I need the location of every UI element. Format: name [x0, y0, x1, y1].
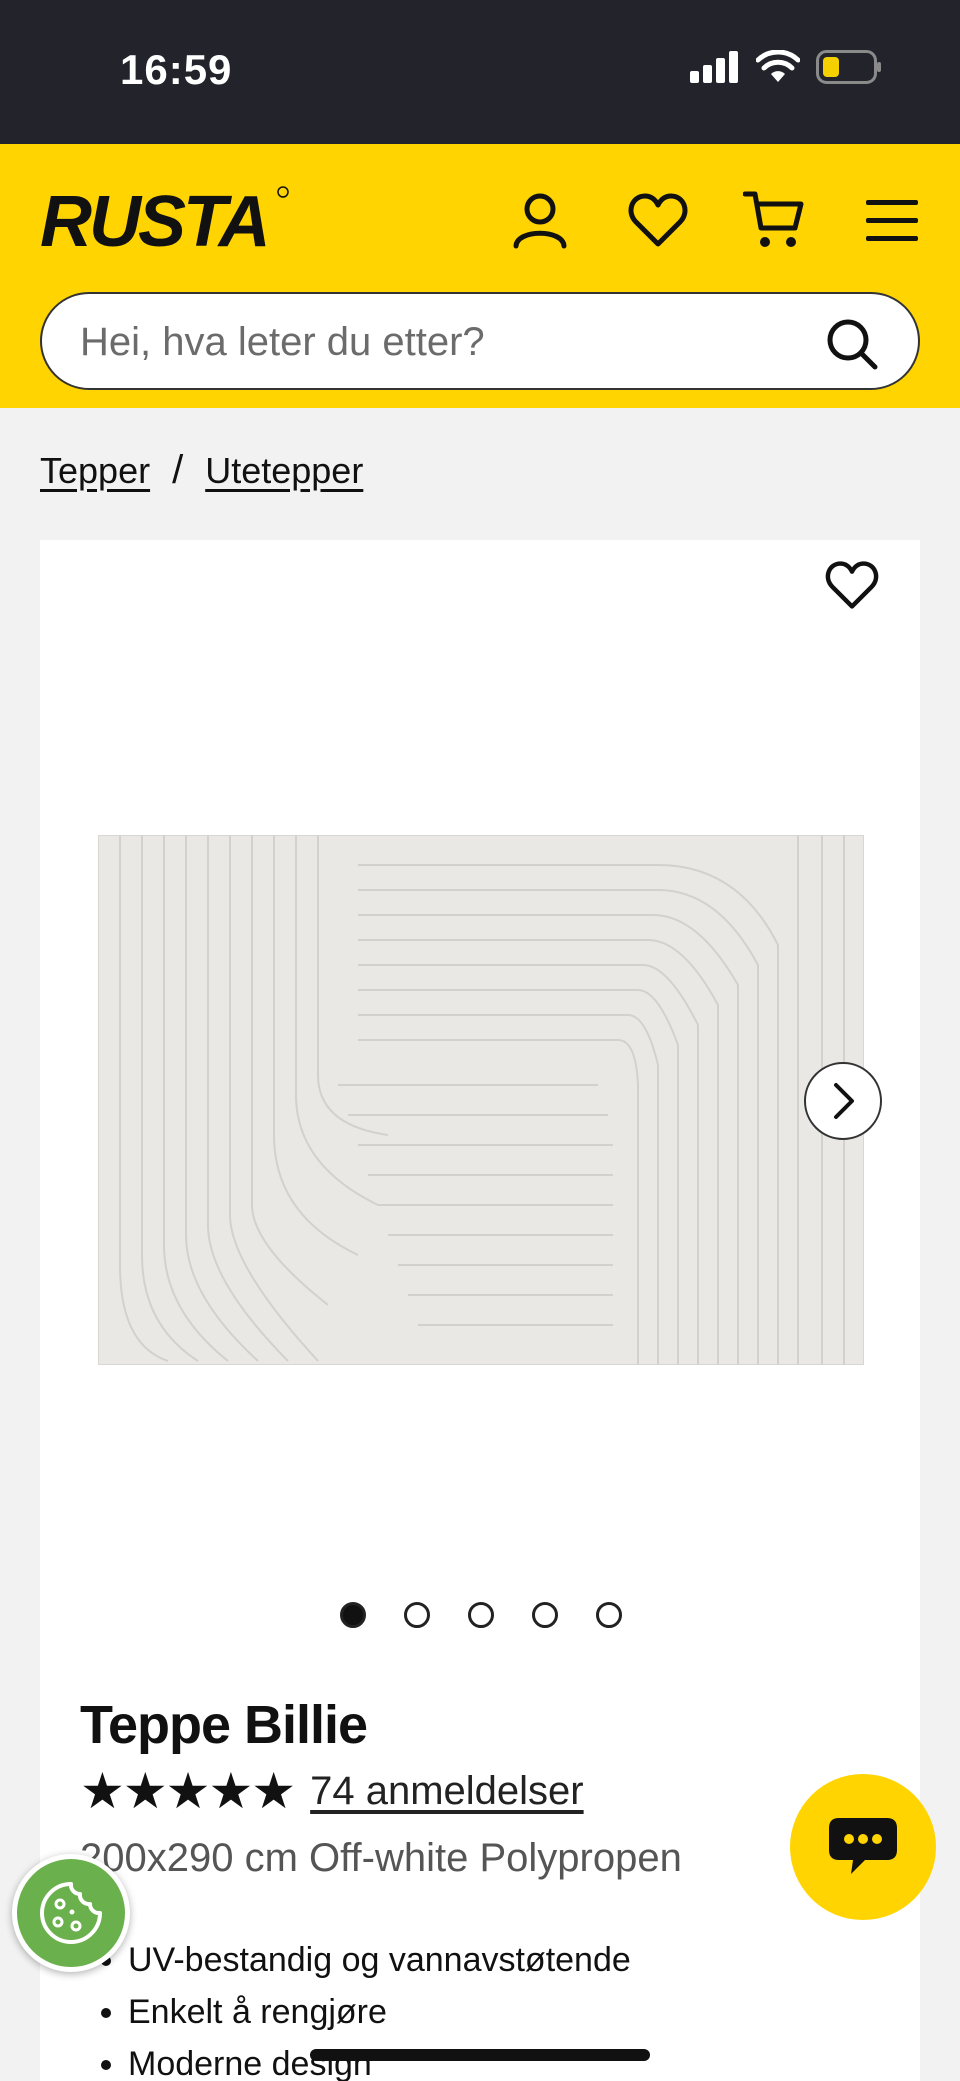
chat-icon [829, 1818, 897, 1874]
battery-icon [816, 50, 881, 84]
wishlist-button[interactable] [622, 184, 694, 256]
status-bar: 16:59 [0, 0, 960, 144]
menu-icon [866, 200, 918, 241]
search-button[interactable] [824, 316, 880, 372]
rating-stars: ★★★★★ [80, 1763, 296, 1819]
pagination-dot-1[interactable] [340, 1602, 366, 1628]
breadcrumb: Tepper / Utetepper [40, 448, 363, 493]
breadcrumb-separator: / [172, 448, 184, 492]
image-pagination [340, 1602, 622, 1628]
heart-icon [825, 561, 879, 609]
next-image-button[interactable] [804, 1062, 882, 1140]
reviews-link[interactable]: 74 anmeldelser [310, 1769, 584, 1814]
pagination-dot-4[interactable] [532, 1602, 558, 1628]
rusta-logo[interactable]: RUSTA [40, 180, 290, 260]
breadcrumb-utetepper[interactable]: Utetepper [205, 450, 363, 492]
account-icon [513, 193, 567, 249]
add-to-wishlist-button[interactable] [824, 560, 884, 620]
svg-text:RUSTA: RUSTA [40, 182, 268, 260]
chevron-right-icon [834, 1083, 854, 1119]
heart-icon [628, 193, 688, 247]
cookie-icon [40, 1882, 102, 1944]
wifi-icon [756, 50, 800, 82]
cart-icon [743, 191, 804, 247]
feature-item: Enkelt å rengjøre [128, 1986, 631, 2038]
pagination-dot-3[interactable] [468, 1602, 494, 1628]
pagination-dot-2[interactable] [404, 1602, 430, 1628]
account-button[interactable] [504, 184, 576, 256]
home-indicator[interactable] [310, 2049, 650, 2061]
search-icon [827, 319, 878, 370]
pagination-dot-5[interactable] [596, 1602, 622, 1628]
search-bar [40, 292, 920, 390]
site-header: RUSTA [0, 144, 960, 408]
chat-button[interactable] [790, 1774, 936, 1920]
rating-row: ★★★★★ 74 anmeldelser [80, 1766, 584, 1816]
cookie-settings-button[interactable] [12, 1854, 130, 1972]
product-image[interactable] [98, 835, 864, 1365]
feature-item: UV-bestandig og vannavstøtende [128, 1934, 631, 1986]
product-card: Teppe Billie ★★★★★ 74 anmeldelser 200x29… [40, 540, 920, 2081]
cart-button[interactable] [738, 184, 810, 256]
menu-button[interactable] [856, 184, 928, 256]
product-variant: 200x290 cm Off-white Polypropen [80, 1836, 682, 1880]
status-icons [690, 50, 882, 84]
breadcrumb-tepper[interactable]: Tepper [40, 450, 150, 492]
search-input[interactable] [80, 314, 780, 370]
status-time: 16:59 [120, 46, 233, 93]
signal-icon [690, 51, 738, 83]
product-title: Teppe Billie [80, 1695, 368, 1755]
